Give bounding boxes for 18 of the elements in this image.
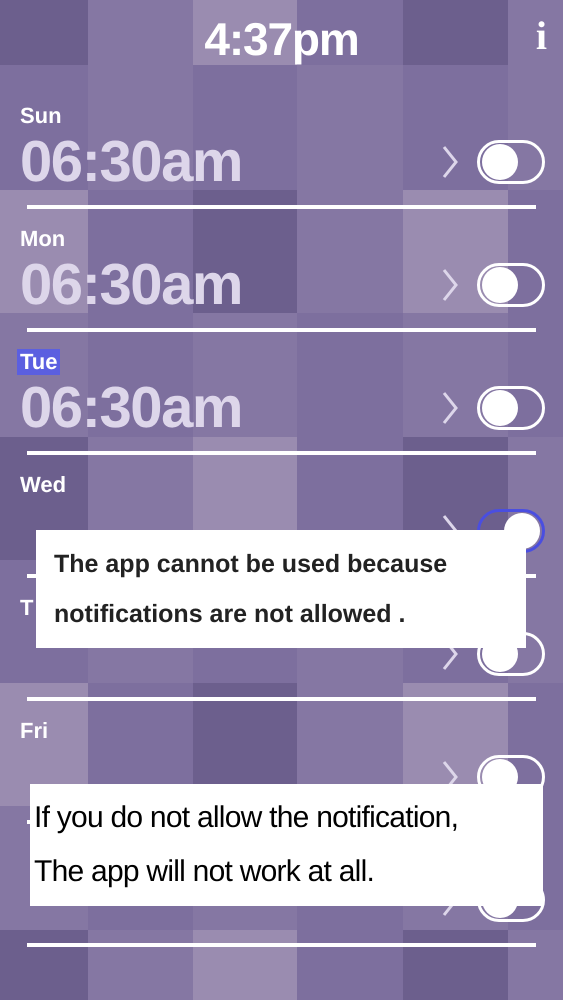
day-label: Mon [20,228,66,250]
day-label: Wed [20,474,66,496]
alarm-time[interactable]: 06:30am [20,133,441,191]
toggle-switch[interactable] [477,386,545,430]
day-label: T [20,597,34,619]
notice-text: If you do not allow the notification, The app will not work at all. [34,800,458,890]
alarm-time[interactable]: 06:30am [20,379,441,437]
day-label: Sun [20,105,62,127]
chevron-right-icon[interactable] [441,391,459,425]
toggle-switch[interactable] [477,140,545,184]
day-label: Tue [17,349,60,375]
current-time: 4:37pm [204,16,359,62]
info-button[interactable]: i [536,16,547,56]
notice-text: The app cannot be used because notifications are not allowed . [54,549,448,630]
alarm-time[interactable]: 06:30am [20,256,441,314]
day-label: Fri [20,720,48,742]
toggle-switch[interactable] [477,263,545,307]
chevron-right-icon[interactable] [441,145,459,179]
